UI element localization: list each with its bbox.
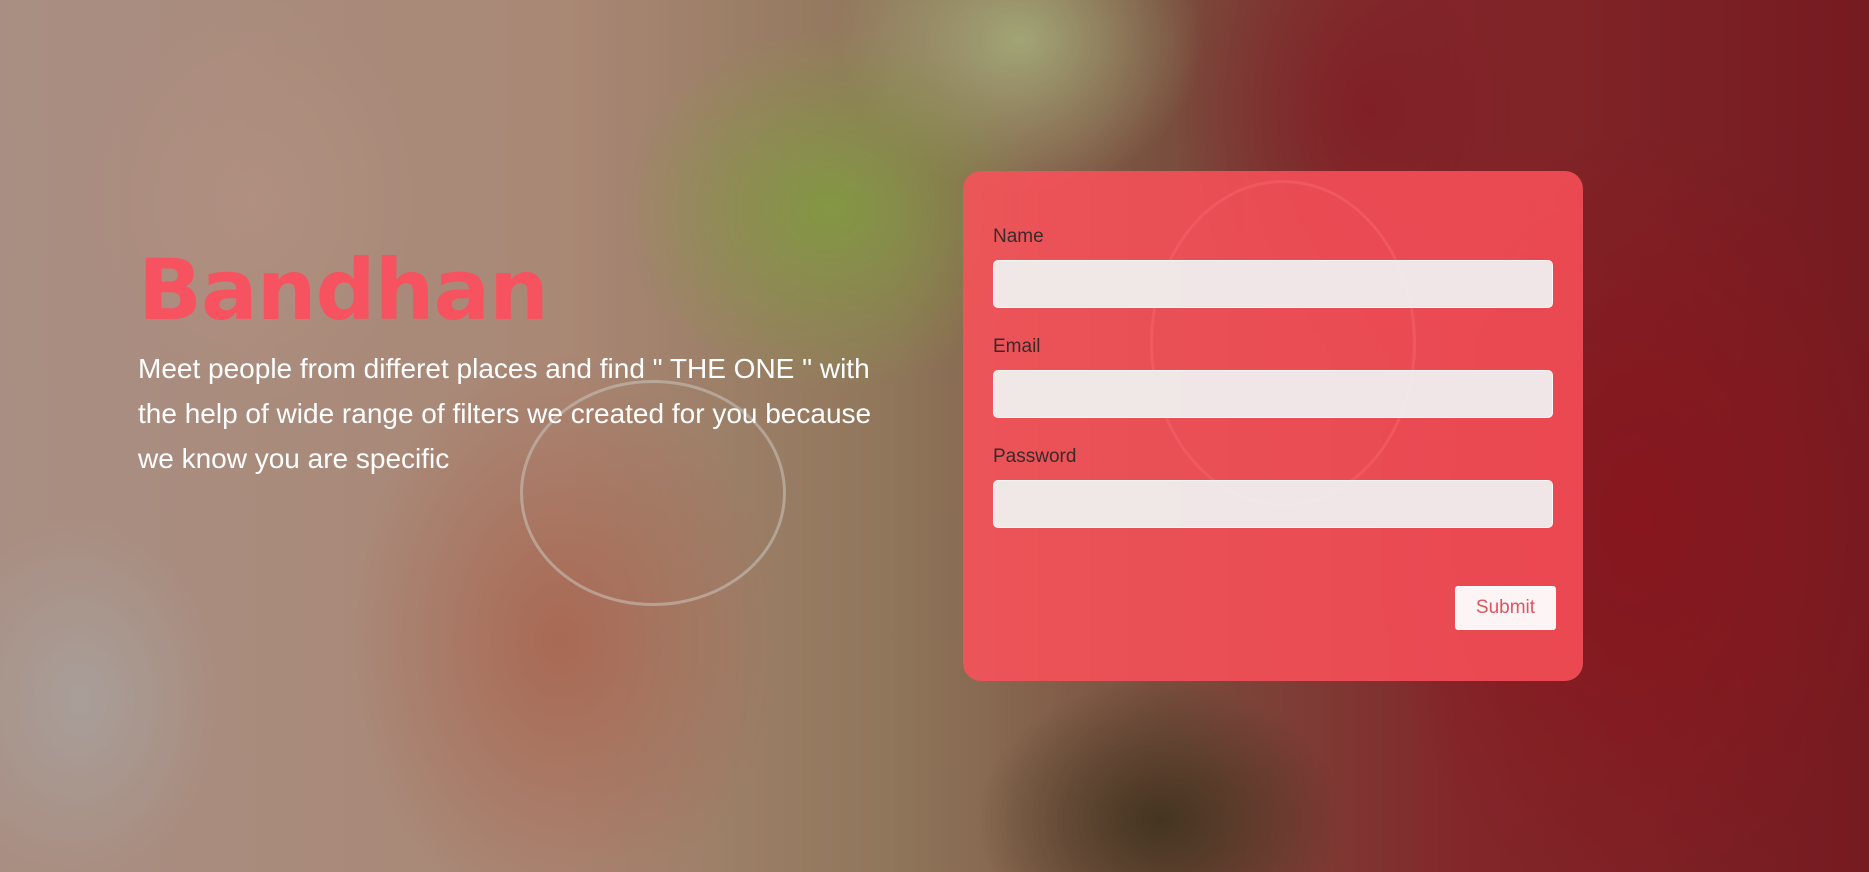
name-label: Name bbox=[993, 226, 1044, 247]
signup-form: Name Email Password Submit bbox=[963, 171, 1583, 681]
brand-title: Bandhan bbox=[138, 241, 549, 339]
password-label: Password bbox=[993, 446, 1077, 467]
password-input[interactable] bbox=[993, 480, 1553, 528]
submit-button[interactable]: Submit bbox=[1455, 586, 1556, 630]
email-input[interactable] bbox=[993, 370, 1553, 418]
tagline: Meet people from differet places and fin… bbox=[138, 353, 872, 474]
hero-section: Bandhan Meet people from differet places… bbox=[138, 240, 878, 481]
name-input[interactable] bbox=[993, 260, 1553, 308]
email-label: Email bbox=[993, 336, 1041, 357]
